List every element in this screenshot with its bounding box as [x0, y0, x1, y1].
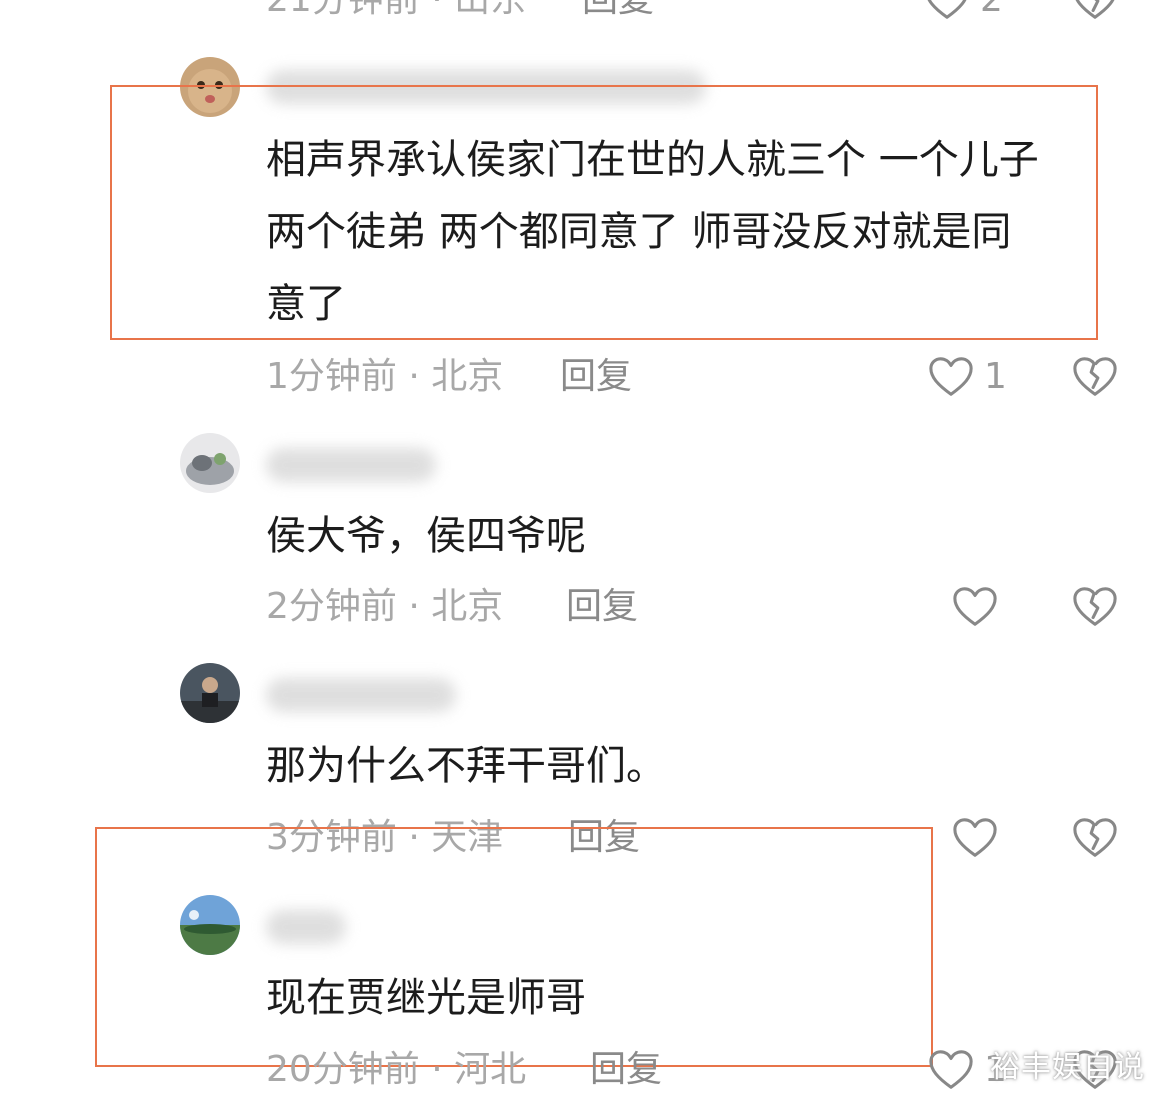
dislike-icon[interactable]: [1072, 816, 1118, 860]
highlight-box: [110, 85, 1098, 340]
reply-button[interactable]: 回复: [590, 1048, 662, 1092]
comment-meta: 20分钟前 · 河北: [266, 1049, 527, 1090]
watermark: 裕丰娱自说: [990, 1050, 1145, 1085]
reply-button[interactable]: 回复: [582, 0, 654, 22]
like-count: 1: [984, 356, 1007, 397]
comment-content: 侯大爷，侯四爷呢: [266, 513, 586, 559]
comment-content: 现在贾继光是师哥: [266, 975, 586, 1021]
username-blurred[interactable]: [266, 910, 346, 944]
comment-meta: 1分钟前 · 北京: [266, 356, 504, 397]
reply-button[interactable]: 回复: [566, 585, 638, 629]
username-blurred[interactable]: [266, 448, 436, 482]
like-count: 2: [980, 0, 1003, 22]
dislike-icon[interactable]: [1072, 0, 1118, 22]
avatar[interactable]: [180, 895, 240, 955]
like-icon[interactable]: [928, 1048, 974, 1092]
dislike-icon[interactable]: [1072, 585, 1118, 629]
comment-content: 那为什么不拜干哥们。: [266, 743, 666, 789]
avatar[interactable]: [180, 433, 240, 493]
reply-button[interactable]: 回复: [560, 355, 632, 399]
like-icon[interactable]: [952, 585, 998, 629]
like-icon[interactable]: [952, 816, 998, 860]
like-icon[interactable]: [928, 355, 974, 399]
dislike-icon[interactable]: [1072, 355, 1118, 399]
comment-meta: 2分钟前 · 北京: [266, 586, 504, 627]
like-icon[interactable]: [924, 0, 970, 22]
comment-meta: 21分钟前 · 山东: [266, 0, 526, 22]
username-blurred[interactable]: [266, 678, 456, 712]
avatar[interactable]: [180, 663, 240, 723]
